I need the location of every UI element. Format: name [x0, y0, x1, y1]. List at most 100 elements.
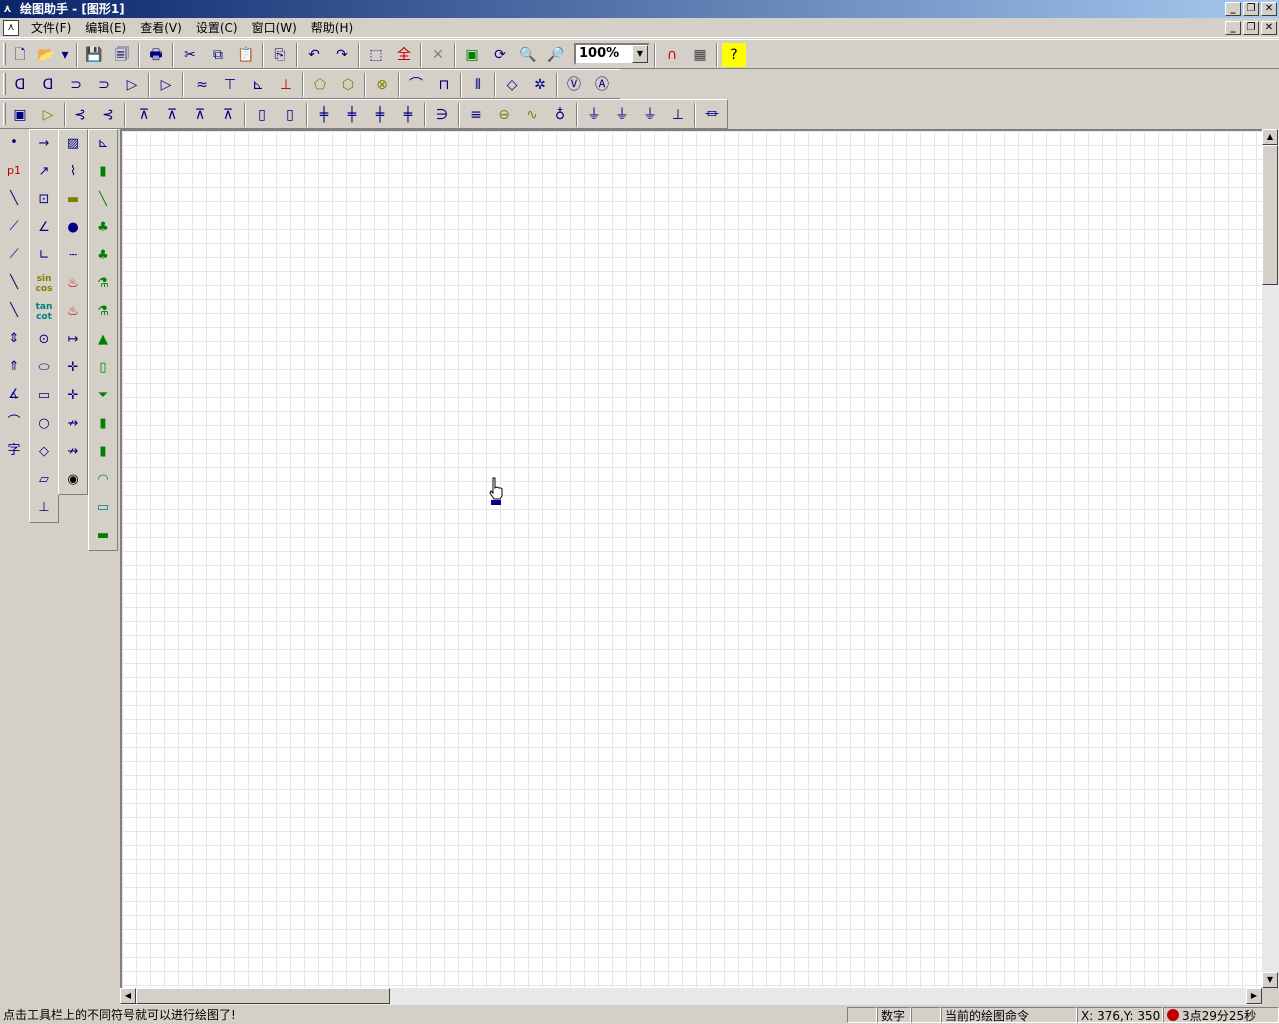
variable-resistor-icon[interactable]: ▯	[278, 103, 302, 127]
fuse-icon[interactable]: ⏛	[700, 103, 724, 127]
copy-icon[interactable]: ⧉	[206, 43, 230, 67]
lens-alt-icon[interactable]: ↛	[59, 438, 87, 466]
stand-icon[interactable]: ♣	[89, 214, 117, 242]
signal-ground-icon[interactable]: ⏚	[638, 103, 662, 127]
circle-icon[interactable]: ○	[30, 410, 58, 438]
zoom-in-icon[interactable]: 🔍	[516, 43, 540, 67]
hexagon-icon[interactable]: ⬡	[336, 73, 360, 97]
ammeter-icon[interactable]: Ⓐ	[590, 73, 614, 97]
switch-icon[interactable]: ⊾	[246, 73, 270, 97]
axes-alt-icon[interactable]: ✛	[59, 382, 87, 410]
cap-fixed-icon[interactable]: ╪	[312, 103, 336, 127]
horizontal-scroll-thumb[interactable]	[136, 988, 390, 1004]
zoom-out-icon[interactable]: 🔎	[544, 43, 568, 67]
funnel-icon[interactable]: ⏷	[89, 382, 117, 410]
parallelogram-icon[interactable]: ▱	[30, 466, 58, 494]
zoom-fit-icon[interactable]: ▣	[460, 43, 484, 67]
ray-end-icon[interactable]: ╲	[0, 297, 28, 325]
angle-vector-icon[interactable]: ↗	[30, 158, 58, 186]
trolley-icon[interactable]: ▬	[59, 186, 87, 214]
print-icon[interactable]: 🖶	[144, 43, 168, 67]
graph-decay-icon[interactable]: ∟	[30, 242, 58, 270]
menu-window[interactable]: 窗口(W)	[245, 20, 304, 36]
spring-icon[interactable]: ⌇	[59, 158, 87, 186]
coordinate-icon[interactable]: ⊾	[89, 130, 117, 158]
perpendicular-icon[interactable]: ⊥	[30, 494, 58, 522]
select-icon[interactable]: ⬚	[364, 43, 388, 67]
circle-center-icon[interactable]: ⊙	[30, 326, 58, 354]
resistor-icon[interactable]: ▯	[250, 103, 274, 127]
rectangle-icon[interactable]: ▭	[30, 382, 58, 410]
cart-icon[interactable]: ⊡	[30, 186, 58, 214]
nor-gate-icon[interactable]: ⊃	[92, 73, 116, 97]
inductor-icon[interactable]: ∋	[430, 103, 454, 127]
chassis-ground-icon[interactable]: ⏚	[610, 103, 634, 127]
minimize-button[interactable]: _	[1225, 2, 1241, 16]
drawing-canvas[interactable]	[120, 129, 1262, 988]
opamp-icon[interactable]: ▷	[154, 73, 178, 97]
photodiode-icon[interactable]: ⊼	[216, 103, 240, 127]
paste-icon[interactable]: 📋	[234, 43, 258, 67]
diode-icon[interactable]: ⊼	[132, 103, 156, 127]
zoom-select[interactable]: 100% ▼	[574, 43, 650, 65]
buffer-icon[interactable]: ▷	[120, 73, 144, 97]
beaker-icon[interactable]: ▯	[89, 354, 117, 382]
lens-icon[interactable]: ↛	[59, 410, 87, 438]
text-tool-icon[interactable]: 字	[0, 437, 28, 465]
close-button[interactable]: ✕	[1261, 2, 1277, 16]
magnet-icon[interactable]: ∩	[660, 43, 684, 67]
wave-icon[interactable]: ≈	[190, 73, 214, 97]
double-arrow-icon[interactable]: ⇕	[0, 325, 28, 353]
ray-icon[interactable]: ╲	[0, 269, 28, 297]
scroll-right-icon[interactable]: ▶	[1246, 988, 1262, 1004]
ball-icon[interactable]: ●	[59, 214, 87, 242]
tan-cot-icon[interactable]: tan cot	[30, 298, 58, 326]
cut-icon[interactable]: ✂	[178, 43, 202, 67]
candle-icon[interactable]: ♨	[59, 270, 87, 298]
select-all-icon[interactable]: 全	[392, 43, 416, 67]
open-dropdown-icon[interactable]: ▾	[58, 43, 72, 67]
save-all-icon[interactable]: 🗐	[110, 43, 134, 67]
terminal-icon[interactable]: ♁	[548, 103, 572, 127]
zoom-dropdown-icon[interactable]: ▼	[632, 45, 648, 63]
menu-view[interactable]: 查看(V)	[133, 20, 189, 36]
test-tube-icon[interactable]: ▮	[89, 158, 117, 186]
tag-icon[interactable]: ⬠	[308, 73, 332, 97]
contact-open-icon[interactable]: ⌒	[404, 73, 428, 97]
water-tank-icon[interactable]: ▬	[89, 522, 117, 550]
chip-icon[interactable]: ▣	[8, 103, 32, 127]
node-icon[interactable]: ⊥	[274, 73, 298, 97]
ground-icon[interactable]: ⏚	[582, 103, 606, 127]
point-icon[interactable]: •	[0, 129, 28, 157]
common-icon[interactable]: ⊥	[666, 103, 690, 127]
up-arrow-icon[interactable]: ⇑	[0, 353, 28, 381]
contact-closed-icon[interactable]: ⊓	[432, 73, 456, 97]
angle-icon[interactable]: ∡	[0, 381, 28, 409]
trough-icon[interactable]: ▭	[89, 494, 117, 522]
grid-icon[interactable]: ▦	[688, 43, 712, 67]
ac-source-icon[interactable]: ∿	[520, 103, 544, 127]
delete-icon[interactable]: ✕	[426, 43, 450, 67]
erlenmeyer-icon[interactable]: ▲	[89, 326, 117, 354]
open-folder-icon[interactable]: 📂	[34, 43, 58, 67]
transistor-npn-icon[interactable]: ⊰	[68, 103, 92, 127]
undo-icon[interactable]: ↶	[302, 43, 326, 67]
vector-icon[interactable]: →	[30, 130, 58, 158]
scroll-down-icon[interactable]: ▼	[1262, 972, 1278, 988]
bridge-icon[interactable]: ◇	[500, 73, 524, 97]
led-icon[interactable]: ⊼	[160, 103, 184, 127]
ellipse-icon[interactable]: ⬭	[30, 354, 58, 382]
eye-icon[interactable]: ◉	[59, 466, 87, 494]
menu-file[interactable]: 文件(F)	[24, 20, 78, 36]
graph-curve-icon[interactable]: ∠	[30, 214, 58, 242]
menu-edit[interactable]: 编辑(E)	[78, 20, 133, 36]
menu-settings[interactable]: 设置(C)	[189, 20, 245, 36]
scroll-left-icon[interactable]: ◀	[120, 988, 136, 1004]
dashed-line-icon[interactable]: ┄	[59, 242, 87, 270]
voltmeter-icon[interactable]: Ⓥ	[562, 73, 586, 97]
or-gate-icon[interactable]: ⊃	[64, 73, 88, 97]
dish-icon[interactable]: ◠	[89, 466, 117, 494]
cap-polar-icon[interactable]: ╪	[340, 103, 364, 127]
save-icon[interactable]: 💾	[82, 43, 106, 67]
cylinder-icon[interactable]: ▮	[89, 438, 117, 466]
